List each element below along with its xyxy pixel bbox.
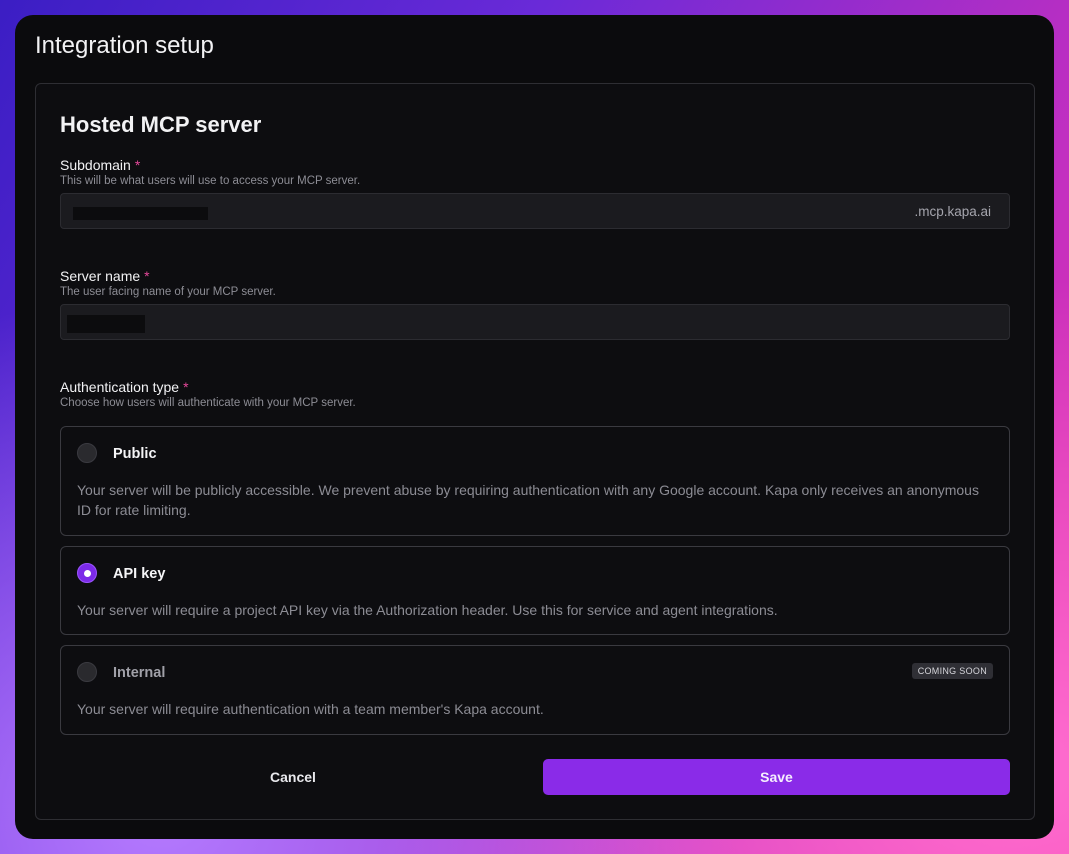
- auth-option-title: Internal: [113, 665, 166, 681]
- server-name-input[interactable]: [60, 304, 1010, 340]
- auth-type-help: Choose how users will authenticate with …: [60, 397, 356, 409]
- auth-option-description: Your server will require a project API k…: [77, 602, 778, 618]
- hosted-mcp-card: Hosted MCP server Subdomain * This will b…: [35, 83, 1035, 820]
- cancel-button[interactable]: Cancel: [60, 759, 526, 795]
- auth-option-description: Your server will require authentication …: [77, 701, 544, 717]
- required-mark: *: [144, 268, 150, 284]
- subdomain-suffix: .mcp.kapa.ai: [914, 204, 991, 219]
- window-title: Integration setup: [35, 32, 214, 59]
- subdomain-label: Subdomain *: [60, 157, 140, 173]
- subdomain-help: This will be what users will use to acce…: [60, 175, 361, 187]
- server-name-value-redacted: [67, 315, 145, 333]
- subdomain-input[interactable]: .mcp.kapa.ai: [60, 193, 1010, 229]
- auth-type-label: Authentication type *: [60, 379, 189, 395]
- required-mark: *: [183, 379, 189, 395]
- server-name-label: Server name *: [60, 268, 150, 284]
- auth-type-label-text: Authentication type: [60, 379, 180, 395]
- card-title: Hosted MCP server: [60, 112, 262, 137]
- auth-option-public[interactable]: Public Your server will be publicly acce…: [60, 426, 1010, 536]
- radio-checked-icon[interactable]: [77, 563, 97, 583]
- subdomain-label-text: Subdomain: [60, 157, 131, 173]
- server-name-help: The user facing name of your MCP server.: [60, 286, 276, 298]
- server-name-label-text: Server name: [60, 268, 141, 284]
- auth-option-internal: Internal COMING SOON Your server will re…: [60, 645, 1010, 735]
- radio-disabled-icon: [77, 662, 97, 682]
- auth-option-description: Your server will be publicly accessible.…: [77, 482, 979, 518]
- subdomain-value-redacted: [73, 207, 208, 220]
- save-button[interactable]: Save: [543, 759, 1010, 795]
- auth-option-api-key[interactable]: API key Your server will require a proje…: [60, 546, 1010, 635]
- auth-option-title: Public: [113, 446, 157, 462]
- auth-option-title: API key: [113, 566, 166, 582]
- radio-unchecked-icon[interactable]: [77, 443, 97, 463]
- integration-setup-window: Integration setup Hosted MCP server Subd…: [15, 15, 1054, 839]
- coming-soon-badge: COMING SOON: [911, 663, 993, 679]
- required-mark: *: [134, 157, 141, 173]
